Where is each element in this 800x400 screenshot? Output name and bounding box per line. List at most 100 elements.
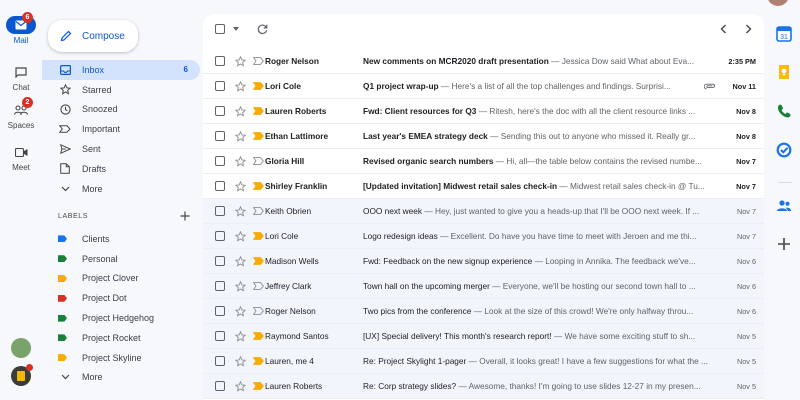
row-checkbox[interactable]: [215, 206, 225, 216]
label-item[interactable]: Clients: [42, 229, 200, 249]
important-marker-icon[interactable]: [253, 357, 264, 365]
row-checkbox[interactable]: [215, 81, 225, 91]
star-icon[interactable]: [235, 155, 246, 167]
rail-meet[interactable]: Meet: [0, 143, 42, 172]
row-checkbox[interactable]: [215, 56, 225, 66]
nav-item-important[interactable]: Important: [42, 119, 200, 139]
labels-more[interactable]: More: [42, 368, 200, 388]
row-checkbox[interactable]: [215, 331, 225, 341]
star-icon[interactable]: [235, 280, 246, 292]
star-icon[interactable]: [235, 55, 246, 67]
important-marker-icon[interactable]: [253, 82, 264, 90]
keep-icon[interactable]: [776, 64, 792, 80]
email-row[interactable]: Lauren, me 4 Re: Project Skylight 1-pager…: [203, 349, 764, 374]
caret-down-icon[interactable]: [233, 27, 239, 31]
add-label-icon[interactable]: [180, 211, 190, 221]
nav-item-starred[interactable]: Starred: [42, 80, 200, 100]
important-marker-icon[interactable]: [253, 207, 264, 215]
important-marker-icon[interactable]: [253, 257, 264, 265]
chevron-left-icon[interactable]: [720, 24, 727, 34]
email-sender: Jeffrey Clark: [265, 281, 312, 291]
refresh-icon[interactable]: [257, 24, 268, 35]
inbox-icon: [58, 63, 72, 77]
star-icon[interactable]: [235, 130, 246, 142]
star-icon[interactable]: [235, 180, 246, 192]
important-marker-icon[interactable]: [253, 107, 264, 115]
avatar[interactable]: [11, 364, 33, 386]
star-icon[interactable]: [235, 255, 246, 267]
row-checkbox[interactable]: [215, 231, 225, 241]
row-checkbox[interactable]: [215, 306, 225, 316]
star-icon[interactable]: [235, 330, 246, 342]
row-checkbox[interactable]: [215, 156, 225, 166]
rail-spaces[interactable]: 2 Spaces: [0, 97, 42, 130]
important-marker-icon[interactable]: [253, 232, 264, 240]
nav-item-more[interactable]: More: [42, 179, 200, 199]
label-item[interactable]: Project Hedgehog: [42, 308, 200, 328]
chevron-right-icon[interactable]: [745, 24, 752, 34]
star-icon[interactable]: [235, 230, 246, 242]
rail-mail[interactable]: 6 Mail: [0, 12, 42, 45]
important-marker-icon[interactable]: [253, 382, 264, 390]
important-marker-icon[interactable]: [253, 282, 264, 290]
star-icon[interactable]: [235, 355, 246, 367]
email-row[interactable]: Ethan Lattimore Last year's EMEA strategy…: [203, 124, 764, 149]
nav-item-sent[interactable]: Sent: [42, 139, 200, 159]
voice-icon[interactable]: [776, 103, 792, 119]
select-all-checkbox[interactable]: [215, 24, 225, 34]
email-content: New comments on MCR2020 draft presentati…: [363, 56, 723, 66]
email-row[interactable]: Lori Cole Q1 project wrap-up — Here's a l…: [203, 74, 764, 99]
nav-item-snoozed[interactable]: Snoozed: [42, 100, 200, 120]
label-item[interactable]: Project Rocket: [42, 328, 200, 348]
star-icon[interactable]: [235, 205, 246, 217]
email-row[interactable]: Madison Wells Fwd: Feedback on the new si…: [203, 249, 764, 274]
nav-item-drafts[interactable]: Drafts: [42, 159, 200, 179]
email-row[interactable]: Raymond Santos [UX] Special delivery! Thi…: [203, 324, 764, 349]
important-marker-icon[interactable]: [253, 157, 264, 165]
separator: —: [557, 181, 571, 191]
important-marker-icon[interactable]: [253, 307, 264, 315]
email-row[interactable]: Shirley Franklin [Updated invitation] Mid…: [203, 174, 764, 199]
email-snippet: Awesome, thanks! I'm going to use slides…: [468, 381, 701, 391]
rail-chat[interactable]: Chat: [0, 63, 42, 92]
email-row[interactable]: Gloria Hill Revised organic search number…: [203, 149, 764, 174]
compose-button[interactable]: Compose: [48, 20, 138, 52]
star-icon[interactable]: [235, 80, 246, 92]
important-marker-icon[interactable]: [253, 132, 264, 140]
star-icon[interactable]: [235, 105, 246, 117]
important-marker-icon[interactable]: [253, 57, 264, 65]
contacts-icon[interactable]: [776, 198, 792, 214]
star-icon[interactable]: [235, 380, 246, 392]
email-sender: Shirley Franklin: [265, 181, 328, 191]
label-item[interactable]: Project Dot: [42, 288, 200, 308]
svg-text:31: 31: [780, 34, 788, 41]
label-item[interactable]: Personal: [42, 249, 200, 269]
calendar-icon[interactable]: 31: [776, 26, 792, 42]
row-checkbox[interactable]: [215, 131, 225, 141]
email-row[interactable]: Lori Cole Logo redesign ideas — Excellent…: [203, 224, 764, 249]
avatar[interactable]: [11, 338, 31, 358]
row-checkbox[interactable]: [215, 106, 225, 116]
email-row[interactable]: Keith Obrien OOO next week — Hey, just wa…: [203, 199, 764, 224]
label-item[interactable]: Project Clover: [42, 269, 200, 289]
email-row[interactable]: Jeffrey Clark Town hall on the upcoming m…: [203, 274, 764, 299]
email-row[interactable]: Roger Nelson Two pics from the conference…: [203, 299, 764, 324]
important-marker-icon[interactable]: [253, 182, 264, 190]
important-marker-icon[interactable]: [253, 332, 264, 340]
separator: —: [456, 381, 469, 391]
label-tag-icon: [58, 274, 67, 282]
nav-item-inbox[interactable]: Inbox 6: [42, 60, 200, 80]
email-row[interactable]: Roger Nelson New comments on MCR2020 draf…: [203, 49, 764, 74]
email-row[interactable]: Lauren Roberts Re: Corp strategy slides? …: [203, 374, 764, 399]
row-checkbox[interactable]: [215, 356, 225, 366]
email-row[interactable]: Lauren Roberts Fwd: Client resources for …: [203, 99, 764, 124]
label-item[interactable]: Project Skyline: [42, 348, 200, 368]
row-checkbox[interactable]: [215, 281, 225, 291]
row-checkbox[interactable]: [215, 181, 225, 191]
label-list: Clients Personal Project Clover Project Dot…: [42, 229, 200, 387]
add-icon[interactable]: [776, 236, 792, 252]
row-checkbox[interactable]: [215, 381, 225, 391]
star-icon[interactable]: [235, 305, 246, 317]
row-checkbox[interactable]: [215, 256, 225, 266]
tasks-icon[interactable]: [776, 142, 792, 158]
